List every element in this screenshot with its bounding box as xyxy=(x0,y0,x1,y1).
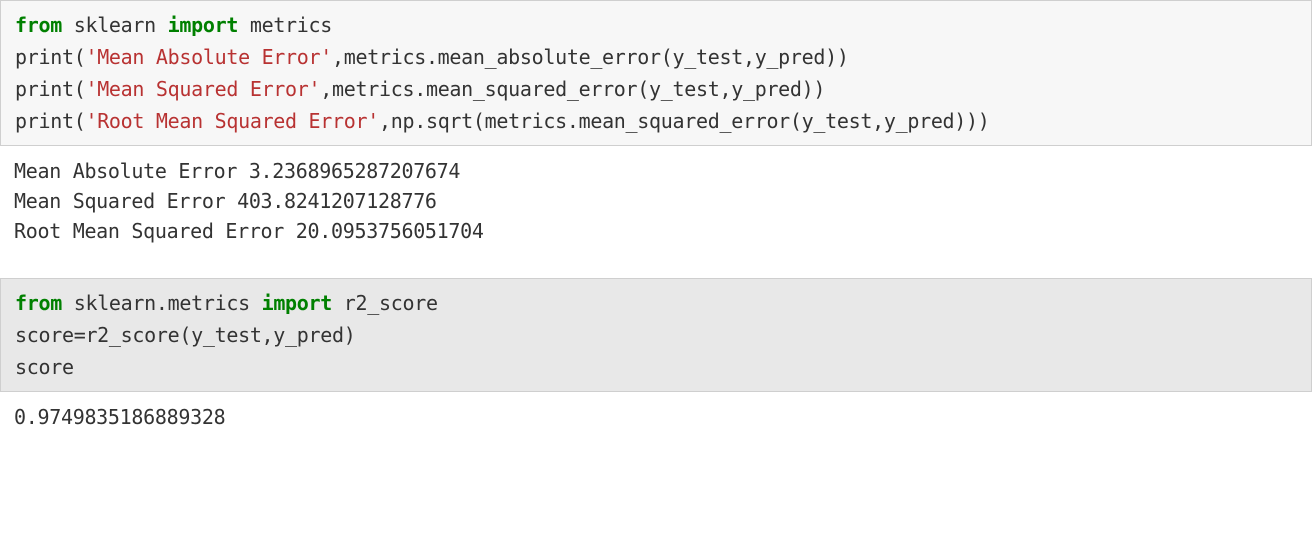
output-cell-2: 0.9749835186889328 xyxy=(0,392,1312,436)
code-text: score=r2_score(y_test,y_pred) xyxy=(15,323,356,347)
module-name: sklearn.metrics xyxy=(62,291,262,315)
string-literal: 'Mean Absolute Error' xyxy=(85,45,332,69)
keyword-from: from xyxy=(15,13,62,37)
code-cell-2[interactable]: from sklearn.metrics import r2_score sco… xyxy=(0,278,1312,392)
string-literal: 'Mean Squared Error' xyxy=(85,77,320,101)
code-text: score xyxy=(15,355,74,379)
output-line: Mean Squared Error 403.8241207128776 xyxy=(14,189,437,213)
keyword-import: import xyxy=(168,13,238,37)
code-text: ,np.sqrt(metrics.mean_squared_error(y_te… xyxy=(379,109,990,133)
code-text: print( xyxy=(15,45,85,69)
output-cell-1: Mean Absolute Error 3.2368965287207674 M… xyxy=(0,146,1312,250)
code-text: print( xyxy=(15,77,85,101)
keyword-import: import xyxy=(262,291,332,315)
string-literal: 'Root Mean Squared Error' xyxy=(85,109,379,133)
output-line: Root Mean Squared Error 20.0953756051704 xyxy=(14,219,484,243)
code-cell-1[interactable]: from sklearn import metrics print('Mean … xyxy=(0,0,1312,146)
module-name: metrics xyxy=(238,13,332,37)
module-name: sklearn xyxy=(62,13,168,37)
code-text: ,metrics.mean_squared_error(y_test,y_pre… xyxy=(320,77,825,101)
cell-spacer xyxy=(0,250,1312,278)
keyword-from: from xyxy=(15,291,62,315)
output-line: 0.9749835186889328 xyxy=(14,405,225,429)
code-text: ,metrics.mean_absolute_error(y_test,y_pr… xyxy=(332,45,849,69)
module-name: r2_score xyxy=(332,291,438,315)
code-text: print( xyxy=(15,109,85,133)
output-line: Mean Absolute Error 3.2368965287207674 xyxy=(14,159,460,183)
